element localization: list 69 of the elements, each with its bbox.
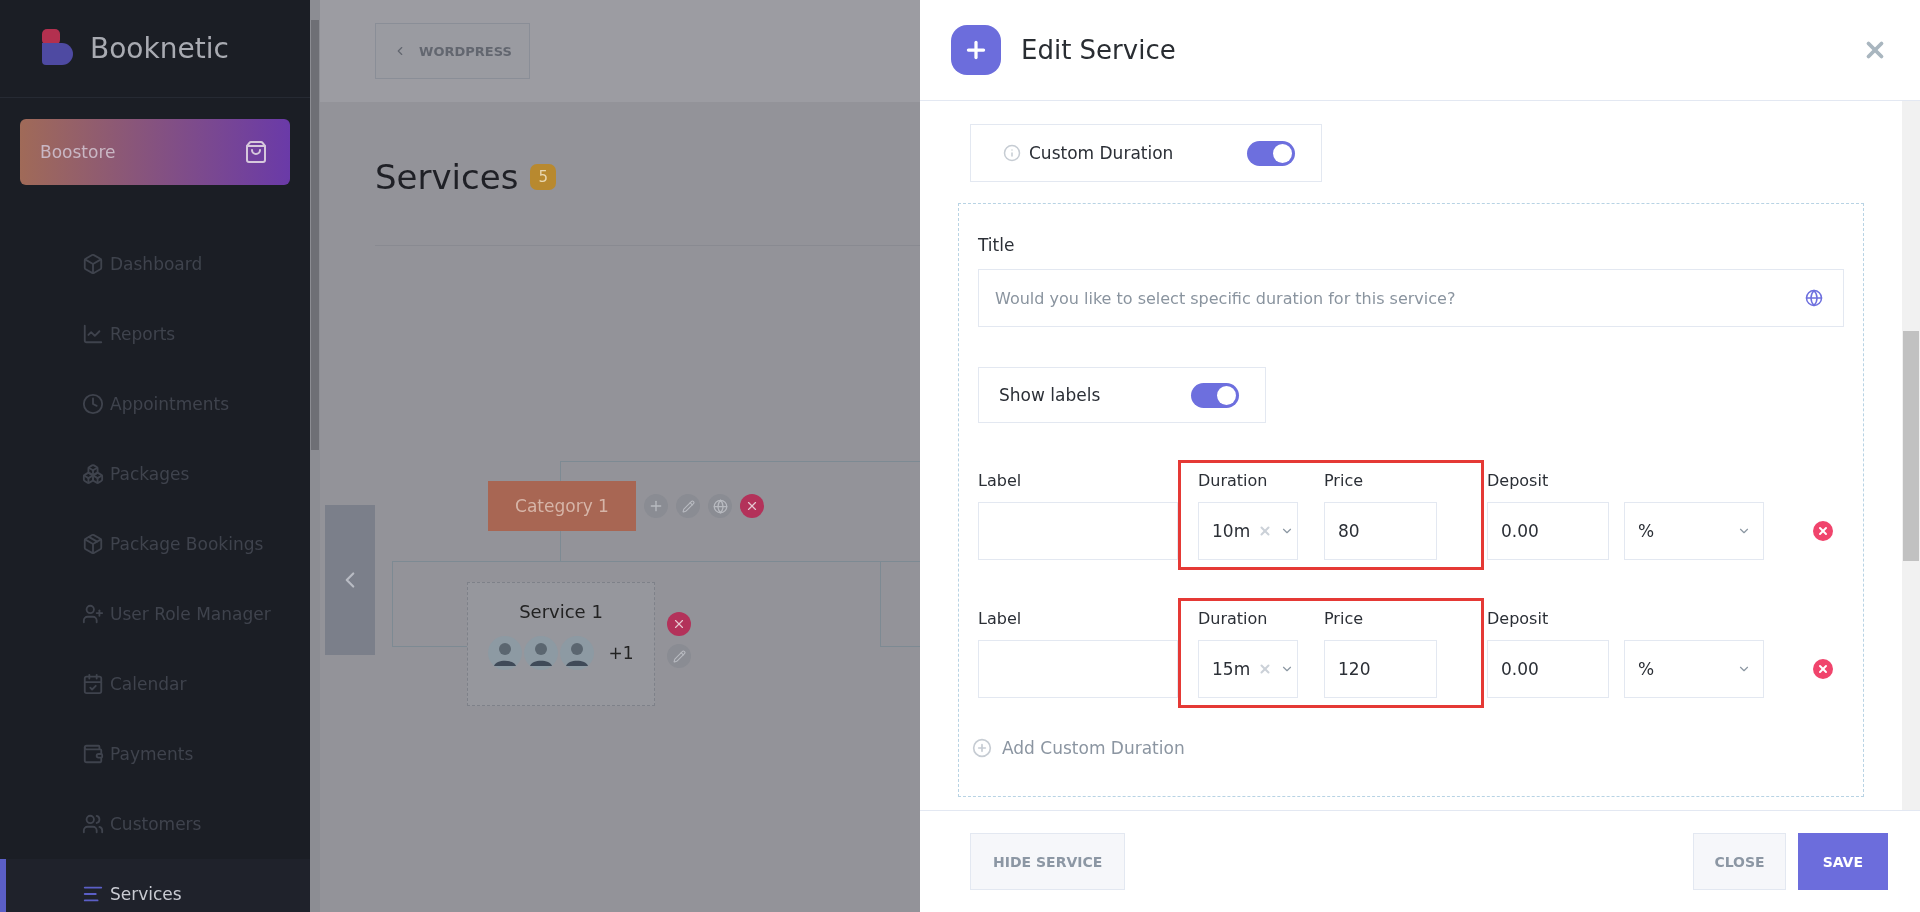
collapse-button[interactable] <box>325 505 375 655</box>
price-input[interactable]: 80 <box>1324 502 1437 560</box>
deposit-type-select[interactable]: % <box>1624 640 1764 698</box>
column-label: Label <box>978 471 1023 490</box>
plus-circle-icon <box>972 738 992 758</box>
scrollbar-thumb[interactable] <box>1903 331 1919 561</box>
scrollbar-thumb[interactable] <box>311 20 319 450</box>
globe-icon <box>1805 289 1823 307</box>
users-icon <box>82 813 104 835</box>
column-label: Duration <box>1198 609 1269 628</box>
store-button[interactable]: Boostore <box>20 119 290 185</box>
package-icon <box>82 533 104 555</box>
avatar-silhouette <box>524 636 559 670</box>
page-title: Services <box>375 157 519 197</box>
avatar-silhouette <box>488 636 523 670</box>
brand-name: Booknetic <box>90 32 229 65</box>
remove-icon[interactable] <box>1813 521 1833 541</box>
label-input[interactable] <box>978 502 1178 560</box>
back-button[interactable]: WORDPRESS <box>375 23 530 79</box>
sidebar-item[interactable]: Services <box>0 859 310 912</box>
boxes-icon <box>82 463 104 485</box>
edit-icon[interactable] <box>667 644 691 668</box>
toggle-switch[interactable] <box>1191 382 1239 408</box>
clear-icon[interactable] <box>1258 524 1273 538</box>
price-input[interactable]: 120 <box>1324 640 1437 698</box>
delete-icon[interactable] <box>740 494 764 518</box>
deposit-input[interactable]: 0.00 <box>1487 502 1609 560</box>
wallet-icon <box>82 743 104 765</box>
toggle-switch[interactable] <box>1247 140 1295 166</box>
duration-select[interactable]: 15m <box>1198 640 1298 698</box>
clock-icon <box>82 393 104 415</box>
column-label: Price <box>1324 471 1365 490</box>
column-label: Deposit <box>1487 471 1550 490</box>
custom-duration-label: Custom Duration <box>1003 143 1174 163</box>
edit-icon[interactable] <box>676 494 700 518</box>
service-title: Service 1 <box>519 601 603 622</box>
column-label: Label <box>978 609 1023 628</box>
show-labels-label: Show labels <box>999 385 1101 405</box>
clear-icon[interactable] <box>1258 662 1273 676</box>
deposit-input[interactable]: 0.00 <box>1487 640 1609 698</box>
calendar-icon <box>82 673 104 695</box>
globe-icon[interactable] <box>708 494 732 518</box>
count-badge: 5 <box>530 164 556 190</box>
deposit-type-select[interactable]: % <box>1624 502 1764 560</box>
delete-icon[interactable] <box>667 612 691 636</box>
label-input[interactable] <box>978 640 1178 698</box>
category-button[interactable]: Category 1 <box>488 481 636 531</box>
cube-icon <box>82 253 104 275</box>
save-button[interactable]: SAVE <box>1797 833 1888 890</box>
column-label: Price <box>1324 609 1365 628</box>
add-icon[interactable] <box>644 494 668 518</box>
hide-service-button[interactable]: HIDE SERVICE <box>970 833 1126 890</box>
column-label: Duration <box>1198 471 1269 490</box>
duration-select[interactable]: 10m <box>1198 502 1298 560</box>
add-duration-button[interactable]: Add Custom Duration <box>972 738 1185 758</box>
title-input[interactable]: Would you like to select specific duration for this service? <box>978 269 1844 327</box>
chart-icon <box>82 323 104 345</box>
column-label: Deposit <box>1487 609 1550 628</box>
more-staff-count: +1 <box>608 643 634 663</box>
info-icon <box>1003 144 1021 162</box>
user-plus-icon <box>82 603 104 625</box>
service-card[interactable]: Service 1 +1 <box>467 582 655 706</box>
avatar-silhouette <box>560 636 595 670</box>
field-label: Title <box>978 235 1016 255</box>
remove-icon[interactable] <box>1813 659 1833 679</box>
plus-icon <box>951 25 1001 75</box>
panel-title: Edit Service <box>1021 35 1177 65</box>
shopping-bag-icon <box>244 140 268 164</box>
close-button[interactable]: CLOSE <box>1693 833 1786 890</box>
